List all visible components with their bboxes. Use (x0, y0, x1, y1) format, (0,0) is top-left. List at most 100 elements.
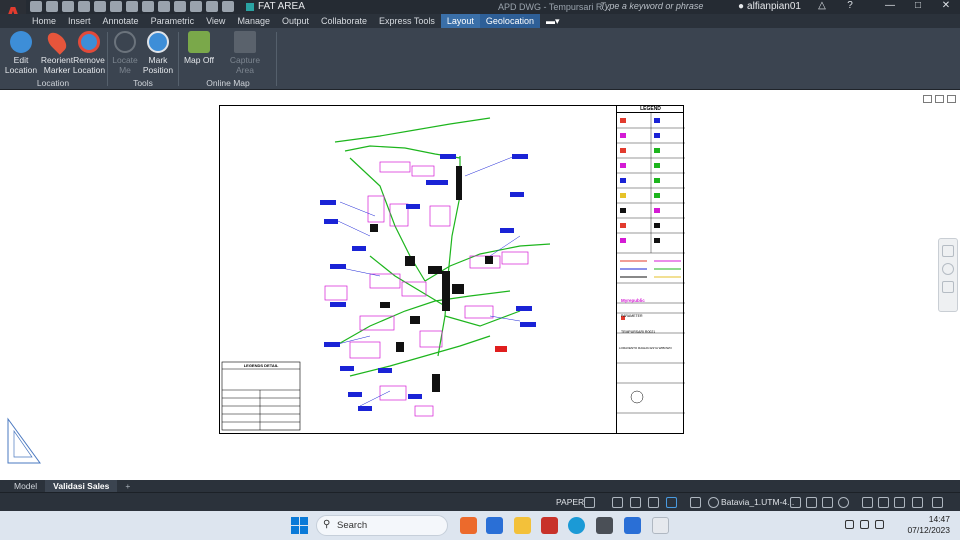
tab-insert[interactable]: Insert (62, 14, 97, 28)
layer-color-icon[interactable] (222, 1, 234, 12)
map-off-button[interactable]: Map Off (182, 31, 216, 65)
tab-parametric[interactable]: Parametric (145, 14, 201, 28)
chrome-icon[interactable] (486, 517, 503, 534)
notepad-icon[interactable] (624, 517, 641, 534)
legend-title: LEGEND (617, 106, 684, 113)
node-labels (320, 154, 536, 411)
paper-sheet[interactable]: LEGENDS DETAIL LEGEND Myrepublic PARAMET… (219, 105, 685, 434)
reorient-marker-button[interactable]: Reorient Marker (40, 29, 74, 75)
tab-collaborate[interactable]: Collaborate (315, 14, 373, 28)
sun-icon[interactable] (190, 1, 202, 12)
viewport-restore-icon[interactable] (935, 95, 944, 103)
navigation-bar[interactable] (938, 238, 958, 312)
user-name: alfianpian01 (747, 1, 801, 12)
edge-icon[interactable] (568, 517, 585, 534)
taskbar-search[interactable]: ⚲ Search (316, 515, 448, 536)
user-account[interactable]: ● alfianpian01 (738, 1, 801, 12)
tab-home[interactable]: Home (26, 14, 62, 28)
remove-location-button[interactable]: Remove Location (72, 31, 106, 75)
status-bar: PAPER Batavia_1.UTM-4... (0, 492, 960, 511)
tab-validasi-sales[interactable]: Validasi Sales (45, 480, 118, 492)
legend-panel: LEGEND Myrepublic PARAMETER TEMPURSARI R… (616, 106, 685, 433)
search-icon: ⚲ (323, 519, 331, 530)
osnap-icon[interactable] (648, 497, 659, 508)
snipping-tool-icon[interactable] (652, 517, 669, 534)
tab-output[interactable]: Output (276, 14, 315, 28)
customize-menu-icon[interactable] (932, 497, 943, 508)
undo-icon[interactable] (126, 1, 138, 12)
layer-lock-icon[interactable] (206, 1, 218, 12)
tab-express-tools[interactable]: Express Tools (373, 14, 441, 28)
layer-dropdown[interactable]: FAT AREA (246, 1, 305, 12)
tab-layout[interactable]: Layout (440, 14, 480, 28)
locate-me-button[interactable]: Locate Me (108, 31, 142, 75)
share-icon[interactable] (94, 1, 106, 12)
edit-location-button[interactable]: Edit Location (4, 31, 38, 75)
zoom-icon[interactable] (942, 263, 954, 275)
battery-icon[interactable] (875, 520, 884, 529)
new-file-icon[interactable] (30, 1, 42, 12)
tools-group-label: Tools (133, 78, 153, 88)
tab-manage[interactable]: Manage (231, 14, 276, 28)
help-icon[interactable]: ? (836, 0, 864, 14)
plot-icon[interactable] (158, 1, 170, 12)
capture-area-button[interactable]: Capture Area (228, 31, 262, 75)
copilot-icon[interactable] (460, 517, 477, 534)
isolate-objects-icon[interactable] (894, 497, 905, 508)
selection-cycle-icon[interactable] (690, 497, 701, 508)
title-controls: △ ? (808, 0, 864, 14)
ribbon-options-icon[interactable]: ▬▾ (540, 14, 566, 28)
clock[interactable]: 14:47 07/12/2023 (907, 514, 950, 536)
ribbon-tabs: Home Insert Annotate Parametric View Man… (0, 14, 960, 28)
light-bulb-icon[interactable] (174, 1, 186, 12)
volume-icon[interactable] (860, 520, 869, 529)
add-layout-button[interactable]: + (117, 480, 138, 492)
mark-position-button[interactable]: Mark Position (138, 31, 178, 75)
network-app-icon[interactable] (596, 517, 613, 534)
paper-space-toggle[interactable]: PAPER (556, 496, 584, 509)
annotation-visibility-icon[interactable] (790, 497, 801, 508)
clean-screen-icon[interactable] (912, 497, 923, 508)
maximize-icon[interactable]: □ (904, 0, 932, 14)
geolocation-icon[interactable] (708, 497, 719, 508)
clock-time: 14:47 (928, 514, 950, 524)
print-icon[interactable] (110, 1, 122, 12)
orbit-icon[interactable] (942, 281, 954, 293)
title-bar: A FAT AREA APD DWG - Tempursari R... Typ… (0, 0, 960, 30)
annotation-autoscale-icon[interactable] (822, 497, 833, 508)
cart-icon[interactable]: △ (808, 0, 836, 14)
coordinate-system[interactable]: Batavia_1.UTM-4... (721, 496, 794, 509)
help-search-input[interactable]: Type a keyword or phrase (600, 1, 726, 13)
save-as-icon[interactable] (78, 1, 90, 12)
tab-annotate[interactable]: Annotate (97, 14, 145, 28)
snap-icon[interactable] (584, 497, 595, 508)
ucs-icon (7, 417, 41, 464)
close-icon[interactable]: ✕ (932, 0, 960, 14)
map-off-label: Map Off (183, 55, 215, 65)
start-button[interactable] (291, 517, 308, 534)
quick-access-toolbar (30, 1, 234, 12)
tab-geolocation[interactable]: Geolocation (479, 14, 540, 28)
annotation-scale-icon[interactable] (806, 497, 817, 508)
save-icon[interactable] (62, 1, 74, 12)
autocad-taskbar-icon[interactable] (541, 517, 558, 534)
tools-group: Locate Me Mark Position Tools (108, 28, 178, 90)
redo-icon[interactable] (142, 1, 154, 12)
minimize-icon[interactable]: — (876, 0, 904, 14)
file-explorer-icon[interactable] (514, 517, 531, 534)
tab-model[interactable]: Model (6, 480, 45, 492)
wifi-icon[interactable] (845, 520, 854, 529)
viewport-minimize-icon[interactable] (923, 95, 932, 103)
pan-icon[interactable] (942, 245, 954, 257)
annotation-monitor-icon[interactable] (862, 497, 873, 508)
tab-view[interactable]: View (200, 14, 231, 28)
online-map-group-label: Online Map (206, 78, 250, 88)
open-file-icon[interactable] (46, 1, 58, 12)
viewport-close-icon[interactable] (947, 95, 956, 103)
polar-icon[interactable] (630, 497, 641, 508)
lineweight-icon[interactable] (666, 497, 677, 508)
units-icon[interactable] (878, 497, 889, 508)
drawing-canvas[interactable]: LEGENDS DETAIL LEGEND Myrepublic PARAMET… (0, 90, 960, 480)
workspace-gear-icon[interactable] (838, 497, 849, 508)
ortho-icon[interactable] (612, 497, 623, 508)
